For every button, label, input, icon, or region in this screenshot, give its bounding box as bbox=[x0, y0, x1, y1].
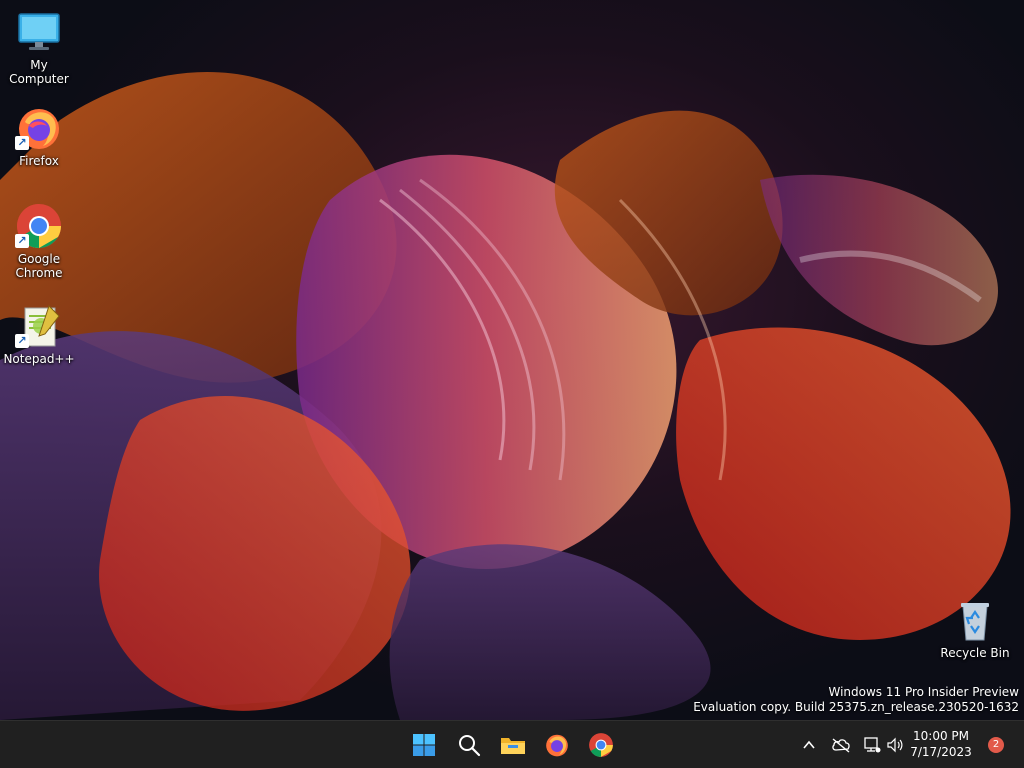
desktop-icon-label: Notepad++ bbox=[3, 352, 75, 366]
clock-time: 10:00 PM bbox=[913, 729, 969, 743]
desktop-icon-firefox[interactable]: ↗ Firefox bbox=[0, 104, 78, 168]
firefox-taskbar-button[interactable] bbox=[539, 727, 575, 763]
desktop-icon-label: Google Chrome bbox=[15, 252, 63, 280]
folder-icon bbox=[501, 738, 525, 754]
watermark-edition: Windows 11 Pro Insider Preview bbox=[828, 685, 1019, 699]
chevron-up-icon bbox=[803, 740, 815, 749]
desktop-icon-google-chrome[interactable]: ↗ Google Chrome bbox=[0, 202, 78, 280]
shortcut-arrow-icon: ↗ bbox=[15, 136, 29, 150]
recycle-bin-icon bbox=[951, 596, 999, 644]
start-button[interactable] bbox=[406, 727, 442, 763]
search-icon bbox=[459, 735, 481, 757]
show-hidden-icons-button[interactable] bbox=[797, 733, 821, 757]
desktop-icon-label: Firefox bbox=[19, 154, 59, 168]
firefox-icon: ↗ bbox=[15, 104, 63, 152]
watermark-build: Evaluation copy. Build 25375.zn_release.… bbox=[693, 700, 1019, 714]
chrome-taskbar-button[interactable] bbox=[583, 727, 619, 763]
desktop-icon-label: My Computer bbox=[9, 58, 69, 86]
windows-watermark: Windows 11 Pro Insider Preview Evaluatio… bbox=[693, 685, 1019, 715]
desktop-wallpaper bbox=[0, 0, 1024, 720]
desktop-icon-label: Recycle Bin bbox=[940, 646, 1010, 660]
windows-start-icon bbox=[413, 734, 435, 756]
network-button[interactable] bbox=[860, 733, 884, 757]
volume-icon bbox=[887, 737, 903, 753]
cloud-offline-icon bbox=[832, 738, 850, 753]
chrome-icon: ↗ bbox=[15, 202, 63, 250]
taskbar: 10:00 PM 7/17/2023 2 bbox=[0, 720, 1024, 768]
shortcut-arrow-icon: ↗ bbox=[15, 334, 29, 348]
clock-date: 7/17/2023 bbox=[910, 745, 972, 759]
search-button[interactable] bbox=[451, 727, 487, 763]
network-icon bbox=[864, 737, 881, 753]
desktop-icon-my-computer[interactable]: My Computer bbox=[0, 8, 78, 86]
desktop-icon-notepad-plus-plus[interactable]: ↗ Notepad++ bbox=[0, 302, 78, 366]
clock-button[interactable]: 10:00 PM 7/17/2023 bbox=[906, 728, 976, 760]
shortcut-arrow-icon: ↗ bbox=[15, 234, 29, 248]
desktop-icon-recycle-bin[interactable]: Recycle Bin bbox=[936, 596, 1014, 660]
file-explorer-button[interactable] bbox=[495, 727, 531, 763]
onedrive-status-button[interactable] bbox=[829, 733, 853, 757]
firefox-icon bbox=[546, 734, 568, 757]
notification-center-badge[interactable]: 2 bbox=[988, 737, 1004, 753]
chrome-icon bbox=[589, 733, 613, 757]
volume-button[interactable] bbox=[883, 733, 907, 757]
monitor-icon bbox=[15, 8, 63, 56]
notepad-plus-plus-icon: ↗ bbox=[15, 302, 63, 350]
